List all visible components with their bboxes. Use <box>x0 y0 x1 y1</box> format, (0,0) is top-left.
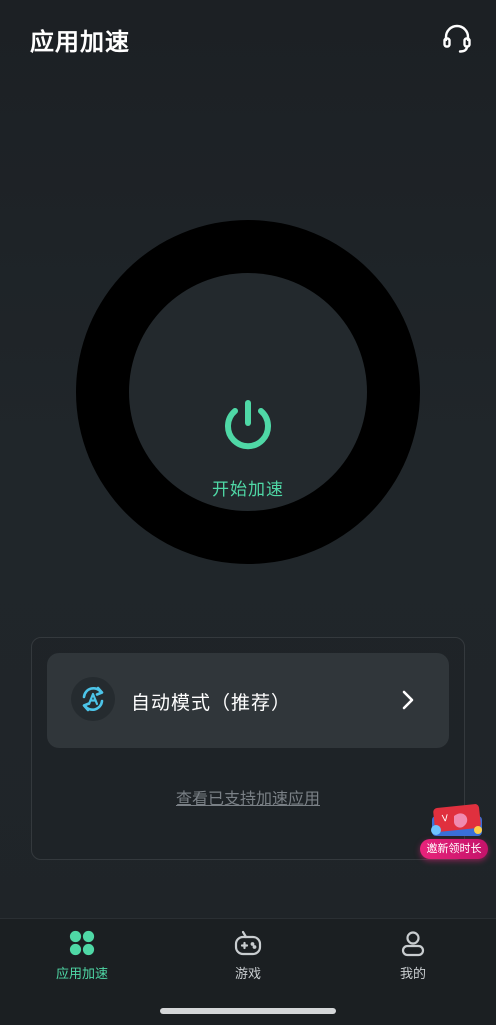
gift-card-icon: V <box>431 804 482 836</box>
nav-item-games[interactable]: 游戏 <box>193 929 303 989</box>
home-indicator <box>160 1008 336 1014</box>
supported-apps-link[interactable]: 查看已支持加速应用 <box>32 785 464 809</box>
profile-icon <box>401 931 425 957</box>
start-label: 开始加速 <box>212 480 284 500</box>
mode-panel: 自动模式（推荐） 查看已支持加速应用 <box>31 637 465 860</box>
header: 应用加速 <box>0 0 496 80</box>
chevron-right-icon <box>402 690 414 710</box>
power-ring: 开始加速 <box>76 220 420 564</box>
invite-badge[interactable]: V 邀新领时长 <box>420 800 492 862</box>
headset-icon <box>443 24 471 53</box>
invite-label: 邀新领时长 <box>420 839 488 859</box>
nav-label: 我的 <box>399 967 426 982</box>
nav-label: 游戏 <box>234 967 261 982</box>
app-grid-icon <box>69 930 95 956</box>
power-icon <box>225 400 271 450</box>
nav-item-app-acceleration[interactable]: 应用加速 <box>27 929 137 989</box>
auto-mode-icon <box>71 677 115 721</box>
nav-label: 应用加速 <box>55 967 108 982</box>
page-title: 应用加速 <box>30 28 130 56</box>
support-button[interactable] <box>438 20 476 58</box>
gamepad-icon <box>234 930 262 956</box>
auto-mode-label: 自动模式（推荐） <box>131 692 292 714</box>
nav-item-profile[interactable]: 我的 <box>358 929 468 989</box>
auto-mode-row[interactable]: 自动模式（推荐） <box>47 653 449 748</box>
start-acceleration-button[interactable]: 开始加速 <box>129 273 367 511</box>
